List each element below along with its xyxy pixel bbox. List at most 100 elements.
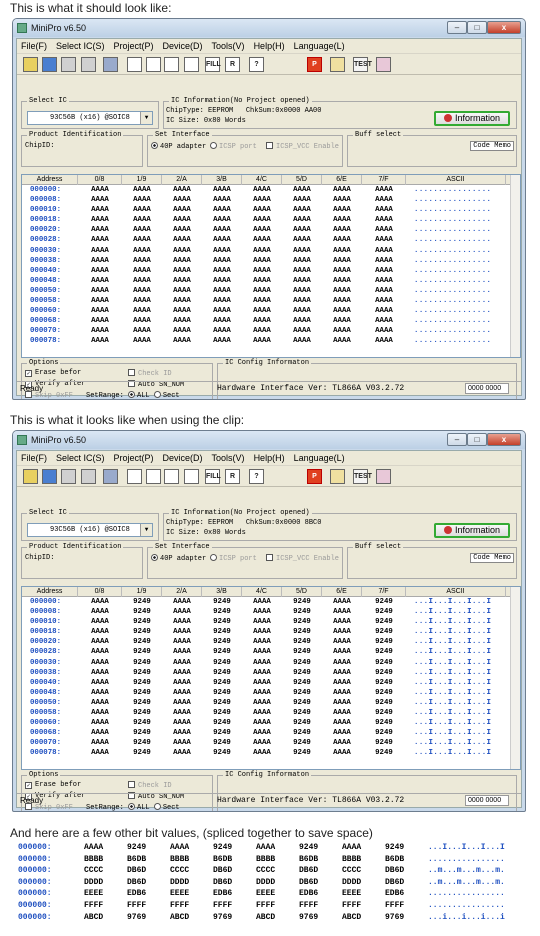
maximize-button[interactable]: □ [467, 433, 487, 446]
cell-value[interactable]: AAAA [78, 728, 122, 738]
cell-value[interactable]: 9249 [282, 637, 322, 647]
ascii-cell[interactable]: ................ [414, 195, 510, 205]
cell-value[interactable]: AAAA [202, 225, 242, 235]
ascii-cell[interactable]: ...I...I...I...I [414, 637, 510, 647]
chevron-down-icon[interactable]: ▼ [140, 524, 152, 536]
cell-value[interactable]: AAAA [322, 748, 362, 758]
project-load-icon[interactable] [61, 57, 76, 72]
ascii-cell[interactable]: ................ [414, 246, 510, 256]
table-row[interactable]: 000048: AAAA 9249 AAAA 9249 AAAA 9249 AAAA 9249.… [22, 688, 520, 698]
column-header[interactable]: 1/9 [122, 175, 162, 185]
ascii-cell[interactable]: ...I...I...I...I [414, 748, 510, 758]
table-row[interactable]: 000048: AAAA AAAA AAAA AAAA AAAA AAAA AAAA AAAA.… [22, 276, 520, 286]
cell-value[interactable]: AAAA [122, 246, 162, 256]
cell-value[interactable]: AAAA [242, 306, 282, 316]
cell-value[interactable]: AAAA [78, 617, 122, 627]
cell-value[interactable]: AAAA [202, 276, 242, 286]
interface-icsp-radio[interactable]: ICSP port [210, 554, 257, 563]
ascii-cell[interactable]: ...I...I...I...I [414, 627, 510, 637]
project-load-icon[interactable] [61, 469, 76, 484]
cell-value[interactable]: AAAA [162, 256, 202, 266]
device-icon[interactable] [103, 57, 118, 72]
cell-value[interactable]: AAAA [122, 256, 162, 266]
fill-icon[interactable]: FILL [205, 57, 221, 72]
cell-value[interactable]: AAAA [78, 326, 122, 336]
cell-value[interactable]: AAAA [242, 607, 282, 617]
cell-value[interactable]: AAAA [122, 336, 162, 346]
cell-value[interactable]: AAAA [162, 607, 202, 617]
cell-value[interactable]: 9249 [122, 698, 162, 708]
cell-value[interactable]: AAAA [282, 215, 322, 225]
cell-value[interactable]: AAAA [122, 266, 162, 276]
cell-value[interactable]: 9249 [282, 718, 322, 728]
cell-value[interactable]: AAAA [322, 306, 362, 316]
cell-value[interactable]: 9249 [122, 617, 162, 627]
column-header[interactable]: 0/8 [78, 587, 122, 597]
cell-value[interactable]: AAAA [122, 286, 162, 296]
ascii-cell[interactable]: ................ [414, 316, 510, 326]
cell-value[interactable]: AAAA [78, 718, 122, 728]
cell-value[interactable]: 9249 [362, 748, 406, 758]
column-header[interactable]: 7/F [362, 175, 406, 185]
cell-value[interactable]: 9249 [202, 708, 242, 718]
cell-value[interactable]: AAAA [162, 276, 202, 286]
cell-value[interactable]: AAAA [162, 336, 202, 346]
cell-value[interactable]: AAAA [122, 306, 162, 316]
cell-value[interactable]: 9249 [282, 748, 322, 758]
cell-value[interactable]: 9249 [122, 728, 162, 738]
cell-value[interactable]: 9249 [202, 617, 242, 627]
cell-value[interactable]: AAAA [322, 698, 362, 708]
cell-value[interactable]: AAAA [162, 647, 202, 657]
cell-value[interactable]: AAAA [202, 195, 242, 205]
table-row[interactable]: 000060: AAAA 9249 AAAA 9249 AAAA 9249 AAAA 9249.… [22, 718, 520, 728]
cell-value[interactable]: AAAA [362, 336, 406, 346]
table-row[interactable]: 000038: AAAA AAAA AAAA AAAA AAAA AAAA AAAA AAAA.… [22, 256, 520, 266]
cell-value[interactable]: AAAA [78, 185, 122, 195]
cell-value[interactable]: AAAA [162, 205, 202, 215]
cell-value[interactable]: AAAA [322, 738, 362, 748]
table-row[interactable]: 000020: AAAA AAAA AAAA AAAA AAAA AAAA AAAA AAAA.… [22, 225, 520, 235]
cell-value[interactable]: AAAA [362, 286, 406, 296]
checksum-icon[interactable] [164, 469, 179, 484]
cell-value[interactable]: AAAA [242, 738, 282, 748]
blank-check-icon[interactable] [184, 57, 199, 72]
read-icon[interactable] [127, 469, 142, 484]
verify-icon[interactable] [146, 57, 161, 72]
cell-value[interactable]: AAAA [162, 698, 202, 708]
cell-value[interactable]: 9249 [202, 718, 242, 728]
cell-value[interactable]: AAAA [78, 276, 122, 286]
table-row[interactable]: 000008: AAAA 9249 AAAA 9249 AAAA 9249 AAAA 9249.… [22, 607, 520, 617]
ascii-cell[interactable]: ................ [414, 326, 510, 336]
cell-value[interactable]: 9249 [202, 627, 242, 637]
ascii-cell[interactable]: ................ [414, 256, 510, 266]
cell-value[interactable]: AAAA [202, 256, 242, 266]
table-row[interactable]: 000078: AAAA 9249 AAAA 9249 AAAA 9249 AAAA 9249.… [22, 748, 520, 758]
chip-icon[interactable] [376, 469, 391, 484]
table-row[interactable]: 000040: AAAA AAAA AAAA AAAA AAAA AAAA AAAA AAAA.… [22, 266, 520, 276]
table-row[interactable]: 000050: AAAA 9249 AAAA 9249 AAAA 9249 AAAA 9249.… [22, 698, 520, 708]
table-row[interactable]: 000038: AAAA 9249 AAAA 9249 AAAA 9249 AAAA 9249.… [22, 668, 520, 678]
cell-value[interactable]: AAAA [242, 668, 282, 678]
cell-value[interactable]: AAAA [162, 246, 202, 256]
ascii-cell[interactable]: ...I...I...I...I [414, 688, 510, 698]
cell-value[interactable]: AAAA [242, 225, 282, 235]
cell-value[interactable]: AAAA [162, 617, 202, 627]
menu-item[interactable]: File(F) [21, 39, 47, 53]
cell-value[interactable]: AAAA [282, 256, 322, 266]
cell-value[interactable]: AAAA [78, 658, 122, 668]
cell-value[interactable]: AAAA [78, 225, 122, 235]
cell-value[interactable]: AAAA [242, 688, 282, 698]
title-bar[interactable]: MiniPro v6.50 – □ x [13, 431, 525, 449]
cell-value[interactable]: 9249 [362, 597, 406, 607]
cell-value[interactable]: AAAA [242, 336, 282, 346]
cell-value[interactable]: AAAA [362, 326, 406, 336]
cell-value[interactable]: AAAA [362, 316, 406, 326]
cell-value[interactable]: AAAA [78, 738, 122, 748]
cell-value[interactable]: AAAA [242, 597, 282, 607]
cell-value[interactable]: AAAA [162, 296, 202, 306]
help-icon[interactable]: ? [249, 469, 264, 484]
title-bar[interactable]: MiniPro v6.50 – □ x [13, 19, 525, 37]
r-icon[interactable]: R [225, 57, 240, 72]
cell-value[interactable]: AAAA [202, 296, 242, 306]
device-icon[interactable] [103, 469, 118, 484]
